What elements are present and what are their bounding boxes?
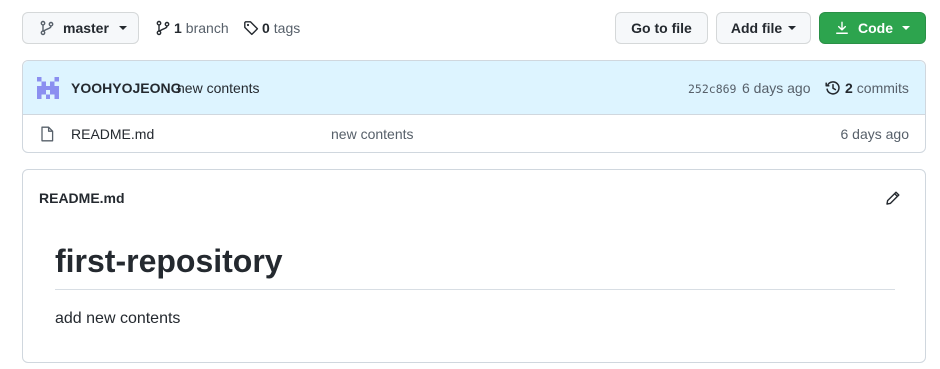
go-to-file-button[interactable]: Go to file	[615, 12, 708, 44]
branch-name: master	[63, 20, 109, 36]
heading-divider	[55, 289, 895, 290]
file-time: 6 days ago	[840, 126, 910, 142]
readme-heading: first-repository	[55, 243, 283, 279]
chevron-down-icon	[788, 26, 797, 30]
readme-box: README.md first-repository add new conte…	[22, 169, 926, 363]
code-button[interactable]: Code	[819, 12, 926, 44]
tag-label: tags	[273, 20, 301, 36]
commits-label: commits	[856, 80, 909, 96]
branches-link[interactable]: 1 branch	[155, 18, 229, 38]
add-file-label: Add file	[730, 20, 783, 36]
code-label: Code	[858, 20, 893, 36]
git-branch-icon	[156, 20, 170, 36]
commits-link[interactable]: 2 commits	[825, 80, 909, 96]
file-list-box: YOOHYOJEONG new contents 252c869 6 days …	[22, 60, 926, 153]
file-name[interactable]: README.md	[71, 126, 154, 142]
tags-link[interactable]: 0 tags	[243, 18, 300, 38]
pencil-icon[interactable]	[885, 190, 901, 206]
go-to-file-label: Go to file	[631, 20, 692, 36]
download-icon	[836, 21, 848, 34]
latest-commit-bar: YOOHYOJEONG new contents 252c869 6 days …	[23, 61, 925, 115]
commit-time: 6 days ago	[742, 80, 811, 96]
chevron-down-icon	[902, 26, 910, 30]
commits-count: 2	[845, 80, 853, 96]
history-icon	[825, 81, 840, 95]
file-commit-message[interactable]: new contents	[331, 126, 414, 142]
branch-select-button[interactable]: master	[22, 12, 139, 44]
tag-icon	[244, 21, 259, 36]
file-icon	[41, 126, 54, 142]
tag-count: 0	[262, 20, 270, 36]
readme-header-title[interactable]: README.md	[39, 190, 125, 206]
file-row[interactable]: README.md new contents 6 days ago	[23, 115, 925, 152]
commit-sha[interactable]: 252c869	[688, 82, 736, 96]
avatar[interactable]	[37, 77, 59, 99]
branch-count: 1	[174, 20, 182, 36]
commit-author[interactable]: YOOHYOJEONG	[71, 80, 181, 96]
git-branch-icon	[40, 20, 54, 36]
chevron-down-icon	[118, 26, 127, 30]
add-file-button[interactable]: Add file	[716, 12, 811, 44]
branch-label: branch	[185, 20, 229, 36]
commit-message[interactable]: new contents	[177, 80, 260, 96]
readme-body-text: add new contents	[55, 310, 181, 327]
